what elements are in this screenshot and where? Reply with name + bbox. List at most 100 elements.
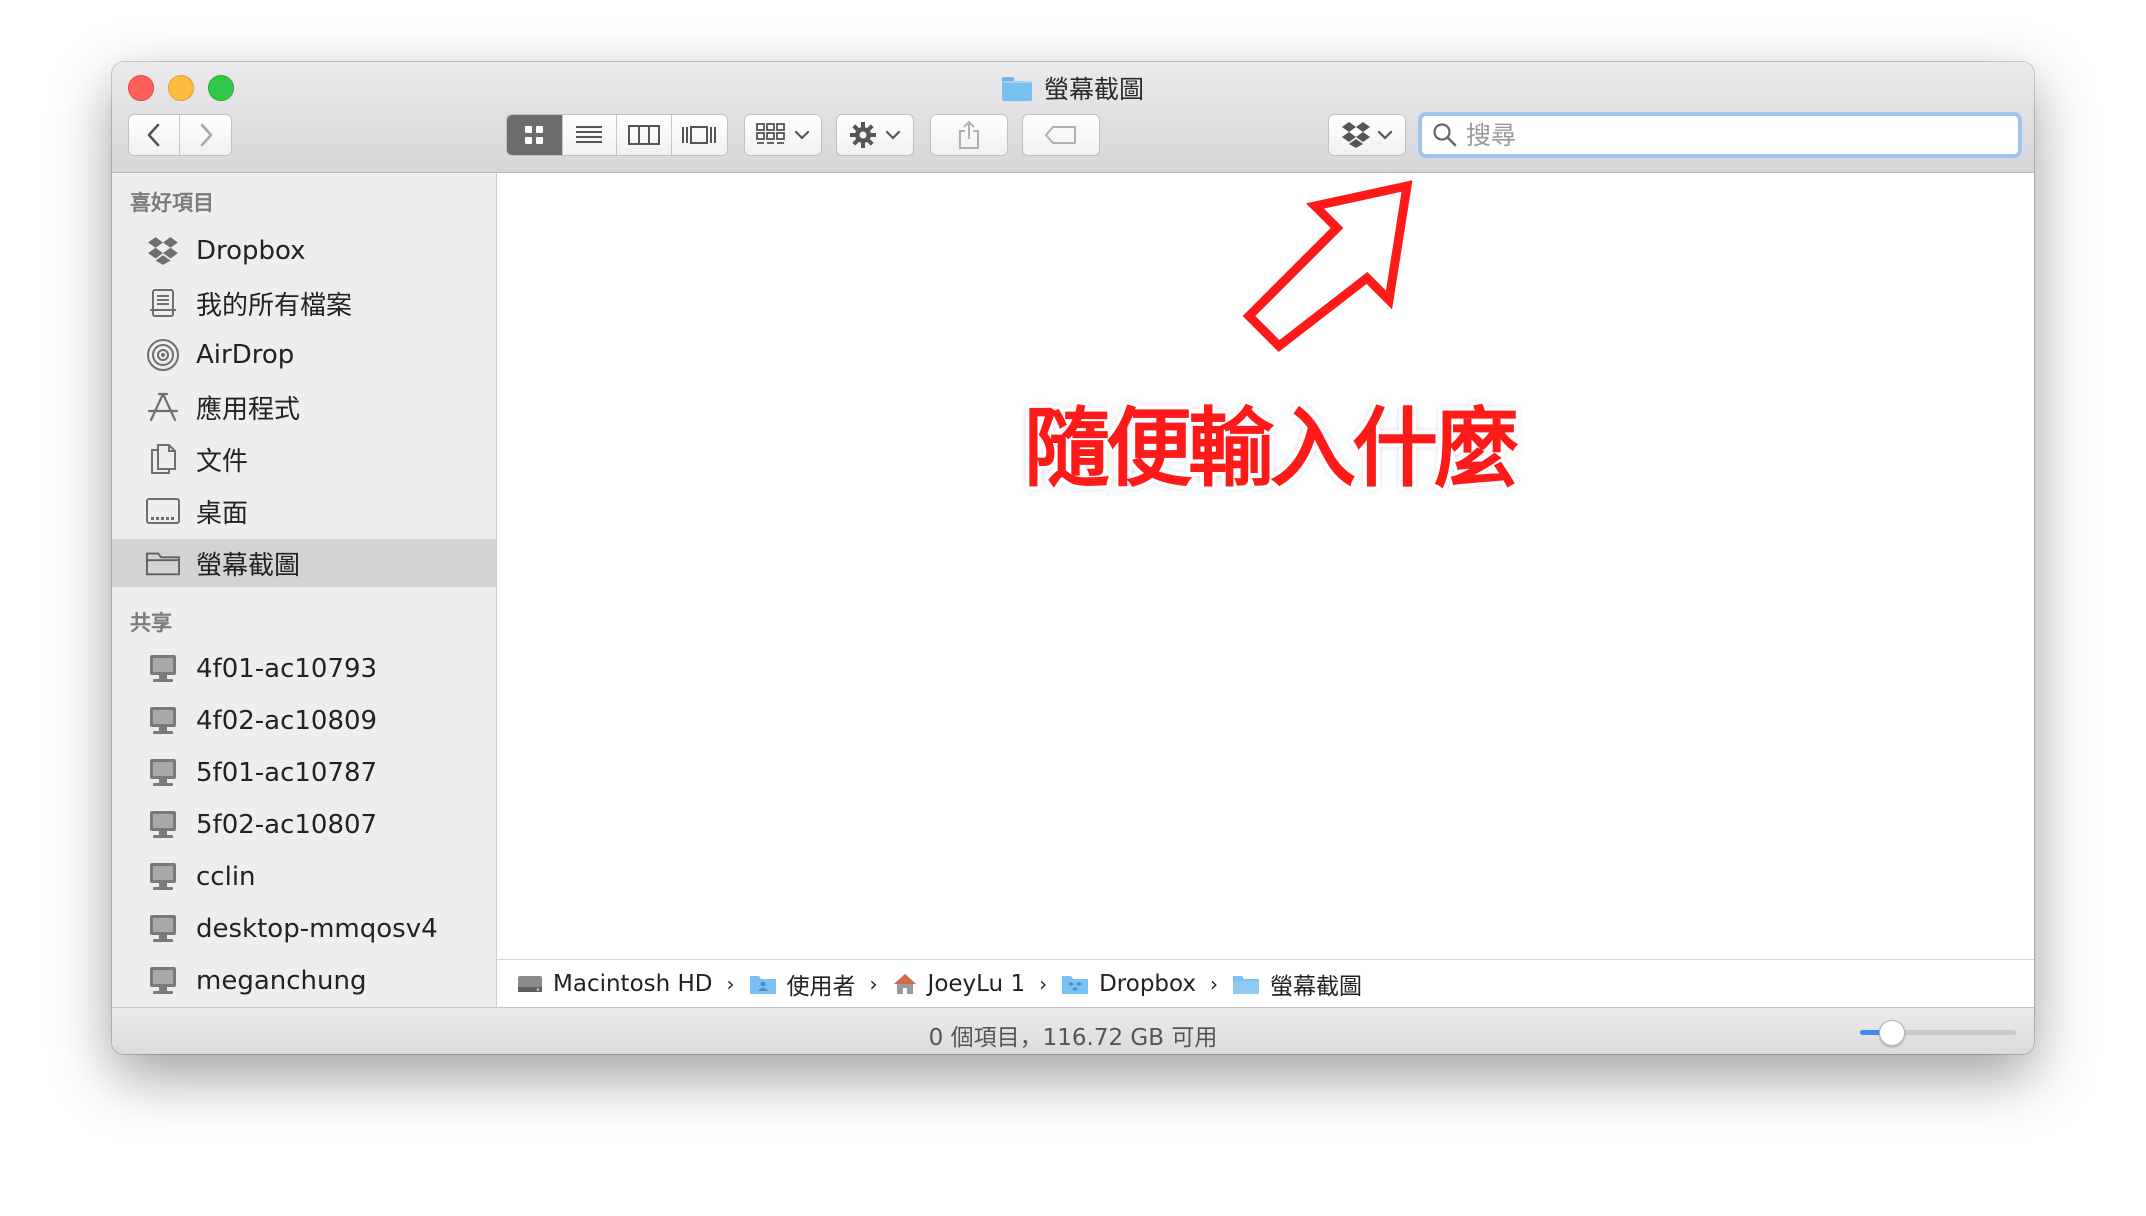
icon-size-slider[interactable] (1860, 1020, 2016, 1046)
sidebar-item-desktop[interactable]: 桌面 (112, 487, 496, 535)
computer-icon (146, 966, 180, 996)
list-view-button[interactable] (562, 115, 617, 155)
cover-flow-icon (682, 126, 717, 144)
computer-icon (146, 706, 180, 736)
search-input[interactable] (1466, 120, 2006, 150)
hard-drive-icon (518, 975, 542, 992)
sidebar-item-label: 5f01-ac10787 (196, 758, 378, 788)
chevron-right-icon (200, 123, 212, 147)
dropbox-icon (1342, 122, 1370, 148)
nav-buttons (128, 114, 232, 156)
sidebar-item-shared-computer[interactable]: desktop-mmqosv4 (112, 905, 496, 953)
users-folder-icon (749, 975, 776, 994)
sidebar-item-label: 文件 (196, 446, 249, 477)
path-item-label: Macintosh HD (553, 970, 713, 997)
sidebar-item-label: 螢幕截圖 (196, 550, 301, 581)
all-files-icon (146, 288, 180, 318)
path-item-screenshots[interactable]: 螢幕截圖 (1232, 967, 1362, 1001)
titlebar: 螢幕截圖 (112, 62, 2034, 173)
chevron-down-icon (794, 130, 810, 140)
desktop-icon (146, 496, 180, 526)
chevron-down-icon (1377, 130, 1393, 140)
sidebar-item-label: meganchung (196, 966, 367, 996)
favorites-section-title: 喜好項目 (130, 191, 214, 215)
sidebar-item-dropbox[interactable]: Dropbox (112, 227, 496, 275)
sidebar-item-label: 桌面 (196, 498, 249, 529)
view-mode-control (506, 114, 728, 156)
tags-button[interactable] (1022, 114, 1100, 156)
list-icon (576, 126, 603, 143)
chevron-down-icon (885, 130, 901, 140)
dropbox-menu-button[interactable] (1328, 114, 1406, 156)
path-separator: › (869, 971, 878, 996)
path-separator: › (726, 971, 735, 996)
sidebar-item-shared-computer[interactable]: 4f01-ac10793 (112, 645, 496, 693)
sidebar-item-label: cclin (196, 862, 256, 892)
column-view-button[interactable] (617, 115, 672, 155)
sidebar-item-label: AirDrop (196, 340, 295, 370)
path-bar: Macintosh HD › 使用者 › JoeyLu 1 › Dropbox … (497, 959, 2034, 1007)
annotation-text: 隨便輸入什麼 (1024, 399, 1520, 499)
sidebar-item-shared-computer[interactable]: 5f01-ac10787 (112, 749, 496, 797)
path-separator: › (1210, 971, 1219, 996)
sidebar-item-documents[interactable]: 文件 (112, 435, 496, 483)
computer-icon (146, 914, 180, 944)
action-menu-button[interactable] (836, 114, 914, 156)
share-icon (959, 120, 979, 149)
finder-window: 螢幕截圖 搜尋 喜好項目 Dropbox 我的所有檔案 AirDrop 應用程式… (112, 62, 2034, 1054)
status-bar: 0 個項目，116.72 GB 可用 (112, 1007, 2034, 1054)
dropbox-icon (146, 236, 180, 266)
arrange-grid-icon (756, 123, 785, 144)
back-button[interactable] (129, 115, 180, 155)
sidebar-item-label: 4f01-ac10793 (196, 654, 378, 684)
sidebar-item-shared-computer[interactable]: cclin (112, 853, 496, 901)
tag-icon (1045, 126, 1076, 144)
annotation-arrow-icon (1242, 180, 1413, 352)
sidebar-item-screenshots[interactable]: 螢幕截圖 (112, 539, 496, 587)
computer-icon (146, 654, 180, 684)
applications-icon (146, 392, 180, 422)
shared-section-title: 共享 (130, 611, 172, 635)
columns-icon (627, 125, 660, 145)
search-icon (1433, 123, 1457, 147)
documents-icon (146, 444, 180, 474)
search-field[interactable] (1418, 112, 2022, 158)
window-title: 螢幕截圖 (1043, 75, 1144, 104)
path-item-label: 螢幕截圖 (1270, 973, 1363, 1000)
path-item-label: 使用者 (786, 973, 856, 1000)
dropbox-folder-icon (1062, 975, 1089, 994)
sidebar-item-all-files[interactable]: 我的所有檔案 (112, 279, 496, 327)
share-button[interactable] (930, 114, 1008, 156)
gallery-view-button[interactable] (671, 115, 727, 155)
forward-button[interactable] (180, 115, 231, 155)
sidebar-item-label: 應用程式 (196, 394, 301, 425)
title-folder-icon (1001, 77, 1032, 101)
computer-icon (146, 810, 180, 840)
gear-icon (850, 122, 876, 148)
computer-icon (146, 758, 180, 788)
sidebar-item-label: desktop-mmqosv4 (196, 914, 438, 944)
home-icon (893, 973, 916, 994)
arrange-button[interactable] (744, 114, 822, 156)
path-item-home[interactable]: JoeyLu 1 (892, 970, 1026, 997)
sidebar-item-airdrop[interactable]: AirDrop (112, 331, 496, 379)
path-item-label: JoeyLu 1 (927, 970, 1026, 997)
path-separator: › (1039, 971, 1048, 996)
sidebar-item-applications[interactable]: 應用程式 (112, 383, 496, 431)
sidebar-item-shared-computer[interactable]: 4f02-ac10809 (112, 697, 496, 745)
sidebar-item-shared-computer[interactable]: 5f02-ac10807 (112, 801, 496, 849)
sidebar-item-shared-computer[interactable]: meganchung (112, 957, 496, 1005)
path-item-dropbox[interactable]: Dropbox (1061, 971, 1196, 997)
chevron-left-icon (147, 123, 160, 147)
path-item-label: Dropbox (1099, 970, 1197, 997)
slider-knob[interactable] (1879, 1020, 1906, 1046)
folder-icon (146, 548, 180, 578)
airdrop-icon (146, 339, 180, 371)
sidebar-item-label: 4f02-ac10809 (196, 706, 378, 736)
window-title-area: 螢幕截圖 (112, 70, 2034, 106)
sidebar-item-label: 我的所有檔案 (196, 290, 353, 321)
path-item-users[interactable]: 使用者 (749, 967, 856, 1001)
icon-view-button[interactable] (507, 115, 563, 155)
status-text: 0 個項目，116.72 GB 可用 (928, 1025, 1218, 1051)
path-item-macintosh-hd[interactable]: Macintosh HD (517, 971, 713, 997)
